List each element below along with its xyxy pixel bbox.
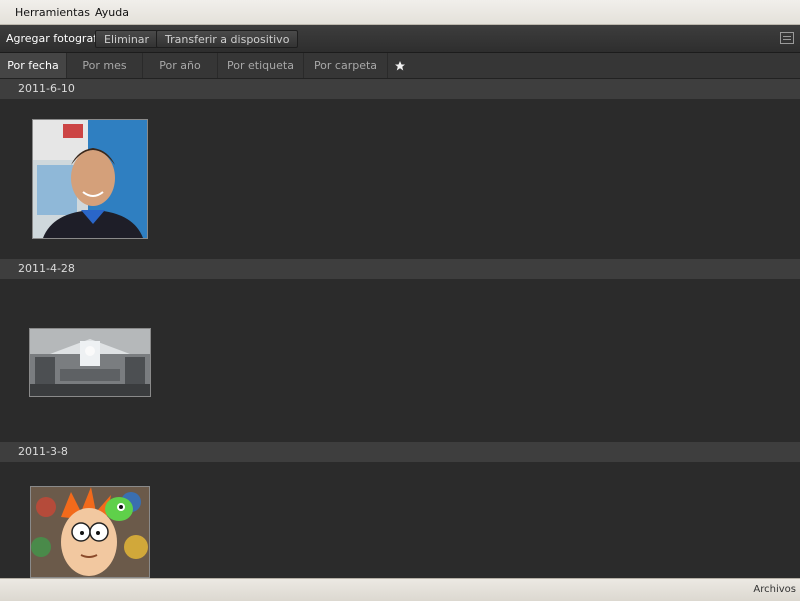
list-view-icon[interactable] — [780, 32, 794, 44]
photo-library: 2011-6-10 2011-4-28 2011-3-8 — [0, 79, 800, 578]
menu-bar: Herramientas Ayuda — [0, 0, 800, 25]
date-group-header: 2011-4-28 — [0, 259, 800, 279]
tab-por-fecha[interactable]: Por fecha — [0, 53, 67, 78]
photo-thumbnail-room[interactable] — [29, 328, 151, 397]
date-group-header: 2011-6-10 — [0, 79, 800, 99]
delete-button[interactable]: Eliminar — [95, 30, 159, 48]
status-bar: Archivos — [0, 578, 800, 601]
photo-thumbnail-cartoon[interactable] — [30, 486, 150, 578]
star-icon[interactable] — [388, 53, 412, 78]
photo-thumbnail-portrait[interactable] — [32, 119, 148, 239]
tab-por-ano[interactable]: Por año — [143, 53, 218, 78]
tab-por-carpeta[interactable]: Por carpeta — [304, 53, 388, 78]
status-label: Archivos — [753, 584, 796, 595]
view-tabs: Por fecha Por mes Por año Por etiqueta P… — [0, 53, 800, 79]
transfer-to-device-button[interactable]: Transferir a dispositivo — [156, 30, 299, 48]
tab-por-etiqueta[interactable]: Por etiqueta — [218, 53, 304, 78]
date-group-header: 2011-3-8 — [0, 442, 800, 462]
tab-por-mes[interactable]: Por mes — [67, 53, 143, 78]
toolbar: Agregar fotografías Eliminar Transferir … — [0, 25, 800, 53]
menu-ayuda[interactable]: Ayuda — [95, 6, 129, 19]
menu-herramientas[interactable]: Herramientas — [15, 6, 90, 19]
